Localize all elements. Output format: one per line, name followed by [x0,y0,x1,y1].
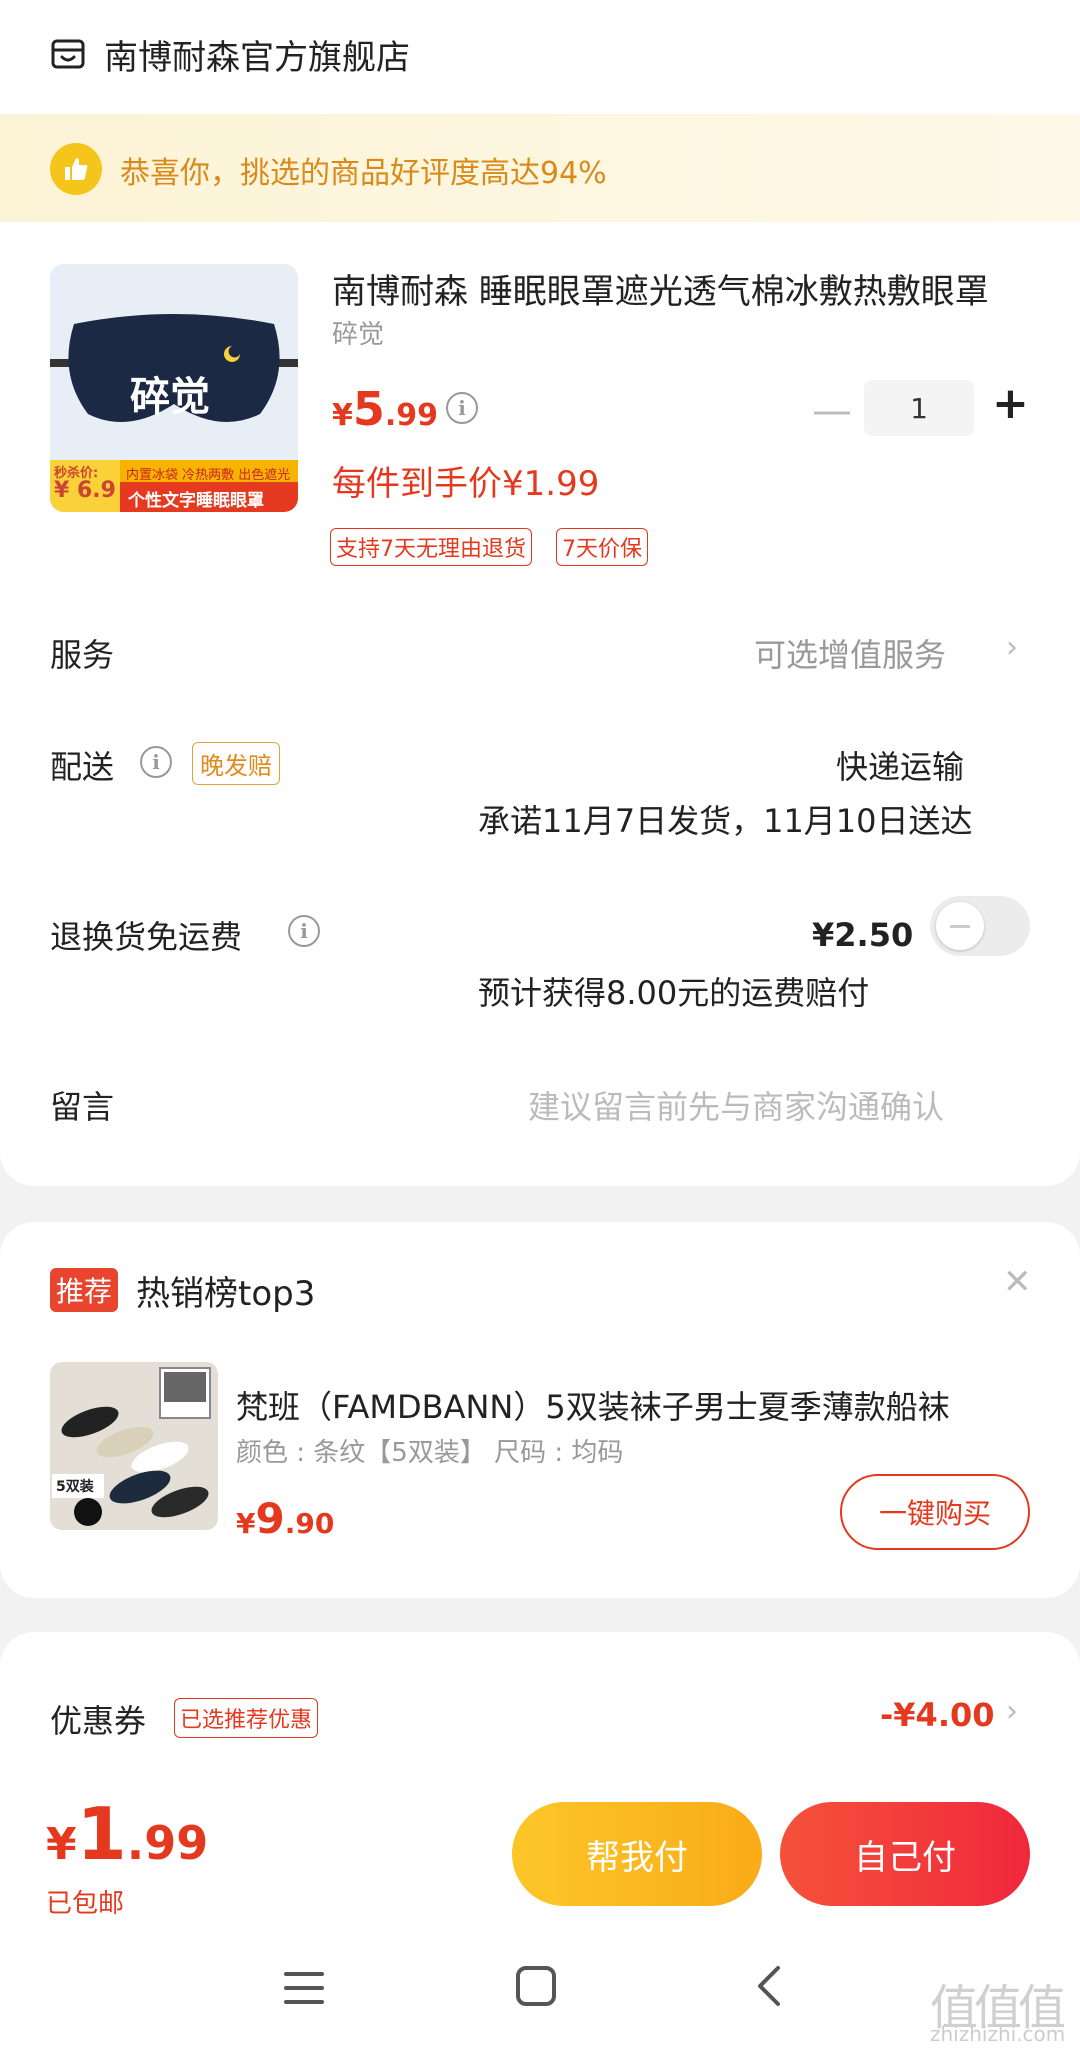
recommend-badge: 推荐 [50,1268,119,1312]
thumbs-up-icon [50,143,102,195]
quantity-input[interactable]: 1 [864,380,974,436]
product-image-caption: 个性文字睡眠眼罩 [128,491,264,511]
increase-quantity-button[interactable]: + [992,378,1029,429]
rec-price-integer: 9 [255,1494,285,1543]
return-shipping-price: ¥2.50 [812,916,914,954]
close-icon[interactable]: ✕ [1003,1262,1032,1302]
price-integer: 5 [352,382,385,436]
total-currency: ¥ [46,1819,77,1870]
back-icon[interactable] [754,1964,784,2008]
rec-price-currency: ¥ [236,1507,256,1540]
service-label: 服务 [50,636,115,674]
delivery-method[interactable]: 快递运输 [836,742,964,788]
delivery-info-icon[interactable]: i [140,746,172,778]
home-icon[interactable] [514,1964,558,2008]
toggle-knob [936,902,984,950]
recommend-image-label: 5双装 [56,1479,94,1495]
help-me-pay-button[interactable]: 帮我付 [512,1802,762,1906]
menu-icon[interactable] [282,1968,326,2008]
delivery-promise: 承诺11月7日发货，11月10日送达 [478,802,973,840]
rec-price-decimal: .90 [284,1507,335,1540]
watermark-url: zhizhizhi.com [930,2022,1066,2046]
message-input[interactable]: 建议留言前先与商家沟通确认 [528,1082,944,1128]
recommend-item-image[interactable]: 5双装 [50,1362,218,1530]
final-price: 每件到手价¥1.99 [332,464,600,504]
return-shipping-toggle[interactable] [930,896,1030,956]
store-name[interactable]: 南博耐森官方旗舰店 [104,30,410,79]
price-info-icon[interactable]: i [446,392,478,424]
return-shipping-info-icon[interactable]: i [288,915,320,947]
total-decimal: .99 [126,1816,209,1870]
one-click-buy-button[interactable]: 一键购买 [840,1474,1030,1550]
total-integer: 1 [76,1792,127,1876]
price-decimal: .99 [384,398,439,433]
late-compensation-tag: 晚发赔 [192,742,280,785]
product-image-caption-top: 内置冰袋 冷热两敷 出色遮光 [126,468,291,483]
recommend-item-name[interactable]: 梵班（FAMDBANN）5双装袜子男士夏季薄款船袜 [236,1382,1006,1428]
coupon-label: 优惠券 [50,1702,147,1740]
price-protect-tag: 7天价保 [556,528,648,566]
return-shipping-label: 退换货免运费 [50,918,243,956]
recommend-item-spec: 颜色 : 条纹【5双装】 尺码 : 均码 [236,1438,624,1468]
coupon-chevron-icon[interactable]: › [1006,1694,1018,1729]
message-label: 留言 [50,1088,115,1126]
product-title[interactable]: 南博耐森 睡眠眼罩遮光透气棉冰敷热敷眼罩 [332,264,1012,313]
recommend-title: 热销榜top3 [136,1274,316,1314]
product-spec[interactable]: 碎觉 [332,314,384,351]
price-currency: ¥ [332,398,353,433]
free-shipping-text: 已包邮 [46,1889,125,1919]
recommend-item-price: ¥9.90 [236,1494,334,1543]
chevron-right-icon[interactable]: › [1006,630,1018,665]
return-shipping-note: 预计获得8.00元的运费赔付 [478,974,870,1012]
return-policy-tag: 支持7天无理由退货 [330,528,532,566]
product-image[interactable]: 碎觉 秒杀价: ¥ 6.9 内置冰袋 冷热两敷 出色遮光 个性文字睡眠眼罩 [50,264,298,512]
product-image-text: 碎觉 [130,374,210,420]
product-image-badge-price: ¥ 6.9 [54,478,116,503]
coupon-tag: 已选推荐优惠 [174,1698,319,1738]
store-icon [51,39,85,69]
coupon-value[interactable]: -¥4.00 [880,1696,995,1734]
service-value[interactable]: 可选增值服务 [754,630,946,676]
pay-myself-button[interactable]: 自己付 [780,1802,1030,1906]
total-price: ¥1.99 [46,1792,208,1876]
delivery-label: 配送 [50,748,115,786]
decrease-quantity-button[interactable]: — [812,388,852,434]
product-price: ¥5.99 [332,382,438,436]
rating-banner-text: 恭喜你，挑选的商品好评度高达94% [120,156,607,191]
